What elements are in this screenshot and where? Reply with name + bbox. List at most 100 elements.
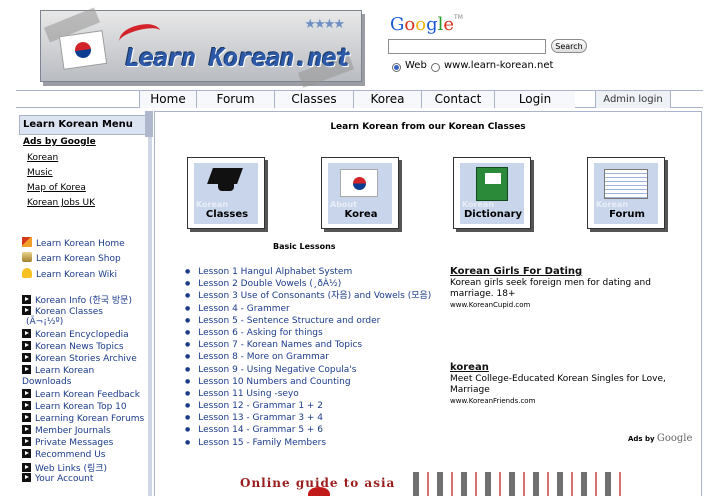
- ad-url[interactable]: www.KoreanFriends.com: [450, 397, 695, 405]
- lesson-link[interactable]: Lesson 11 Using -seyo: [185, 388, 431, 400]
- shop-icon: [22, 252, 32, 262]
- ad-link-music[interactable]: Music: [27, 168, 53, 178]
- main-content: Learn Korean from our Korean Classes Kor…: [154, 111, 702, 496]
- nav-forum[interactable]: Forum: [196, 91, 274, 108]
- category-korea-card[interactable]: About Korea: [321, 157, 399, 229]
- arrow-icon: [22, 437, 31, 446]
- lesson-link[interactable]: Lesson 1 Hangul Alphabet System: [185, 266, 431, 278]
- nav-korea[interactable]: Korea: [353, 91, 421, 108]
- google-logo: GoogleTM: [390, 14, 463, 35]
- lesson-link[interactable]: Lesson 15 - Family Members: [185, 437, 431, 449]
- sidebar-link[interactable]: Korean Classes: [22, 306, 103, 317]
- ad-headline-link[interactable]: Korean Girls For Dating: [450, 266, 695, 277]
- sidebar-link[interactable]: Private Messages: [22, 437, 113, 448]
- site-logo[interactable]: ★★★★ Learn Korean.net: [40, 7, 362, 88]
- lesson-link[interactable]: Lesson 4 - Grammer: [185, 303, 431, 315]
- arrow-icon: [22, 401, 31, 410]
- sidebar-scrollbar[interactable]: [145, 111, 153, 137]
- asia-guide-banner[interactable]: Online guide to asia: [225, 470, 625, 496]
- sidebar-link[interactable]: Learn Korean Top 10: [22, 401, 127, 412]
- ad-body: Korean girls seek foreign men for dating…: [450, 278, 651, 299]
- sidebar-link[interactable]: Korean Info (한국 방문): [22, 293, 132, 306]
- ad-headline-link[interactable]: korean: [450, 362, 695, 373]
- lesson-link[interactable]: Lesson 9 - Using Negative Copula's: [185, 364, 431, 376]
- sidebar-link[interactable]: Learn Korean Feedback: [22, 389, 140, 400]
- lesson-link[interactable]: Lesson 13 - Grammar 3 + 4: [185, 412, 431, 424]
- arrow-icon: [22, 353, 31, 362]
- logo-text: Learn Korean.net: [125, 43, 351, 72]
- forum-screenshot-icon: [604, 169, 648, 199]
- main-navigation: Home Forum Classes Korea Contact Login A…: [16, 90, 703, 108]
- google-search-input[interactable]: [388, 39, 546, 54]
- arrow-icon: [22, 389, 31, 398]
- arrow-icon: [22, 365, 31, 374]
- sidebar-link-continued[interactable]: (Ã¬¡½º): [26, 317, 63, 327]
- arrow-icon: [22, 463, 31, 472]
- sidebar-link[interactable]: Korean News Topics: [22, 341, 124, 352]
- sidebar-link[interactable]: Recommend Us: [22, 449, 105, 460]
- banner-decoration: [413, 472, 625, 496]
- arrow-icon: [22, 295, 31, 304]
- lesson-link[interactable]: Lesson 7 - Korean Names and Topics: [185, 339, 431, 351]
- arrow-icon: [22, 425, 31, 434]
- text-ad: korean Meet College-Educated Korean Sing…: [450, 362, 695, 405]
- sidebar-link[interactable]: Korean Encyclopedia: [22, 329, 129, 340]
- header: ★★★★ Learn Korean.net GoogleTM Search We…: [0, 0, 720, 90]
- dictionary-book-icon: [476, 167, 508, 201]
- nav-home[interactable]: Home: [139, 91, 196, 108]
- arrow-icon: [22, 341, 31, 350]
- arrow-icon: [22, 449, 31, 458]
- arrow-icon: [22, 413, 31, 422]
- ads-by-google-label[interactable]: Ads by Google: [628, 433, 692, 444]
- ad-url[interactable]: www.KoreanCupid.com: [450, 301, 695, 309]
- lesson-link[interactable]: Lesson 5 - Sentence Structure and order: [185, 315, 431, 327]
- ad-link-korean-jobs-uk[interactable]: Korean Jobs UK: [27, 198, 95, 208]
- sidebar-title: Learn Korean Menu: [19, 115, 146, 135]
- ad-body: Meet College-Educated Korean Singles for…: [450, 374, 666, 395]
- sidebar-link-shop[interactable]: Learn Korean Shop: [22, 252, 121, 264]
- ad-link-korean[interactable]: Korean: [27, 153, 58, 163]
- lesson-link[interactable]: Lesson 3 Use of Consonants (자음) and Vowe…: [185, 290, 431, 302]
- sidebar-link[interactable]: Learning Korean Forums: [22, 413, 144, 424]
- sidebar-link-continued[interactable]: Downloads: [22, 377, 71, 387]
- sidebar-link[interactable]: Member Journals: [22, 425, 111, 436]
- category-classes-card[interactable]: Korean Classes: [187, 157, 265, 229]
- main-title: Learn Korean from our Korean Classes: [330, 122, 526, 132]
- ads-by-google-title[interactable]: Ads by Google: [23, 137, 96, 147]
- sidebar-link[interactable]: Your Account: [22, 473, 93, 484]
- arrow-icon: [22, 473, 31, 482]
- lesson-link[interactable]: Lesson 8 - More on Grammar: [185, 351, 431, 363]
- basic-lessons-heading: Basic Lessons: [273, 242, 336, 251]
- wiki-icon: [22, 268, 32, 278]
- sidebar-link[interactable]: Learn Korean: [22, 365, 94, 376]
- home-icon: [22, 237, 32, 247]
- text-ad: Korean Girls For Dating Korean girls see…: [450, 266, 695, 309]
- sidebar-link-wiki[interactable]: Learn Korean Wiki: [22, 268, 117, 280]
- lesson-link[interactable]: Lesson 12 - Grammar 1 + 2: [185, 400, 431, 412]
- web-radio-label: Web: [405, 60, 427, 71]
- ad-link-map-of-korea[interactable]: Map of Korea: [27, 183, 86, 193]
- nav-classes[interactable]: Classes: [274, 91, 353, 108]
- arrow-icon: [22, 306, 31, 315]
- sidebar-link[interactable]: Korean Stories Archive: [22, 353, 137, 364]
- lessons-list: Lesson 1 Hangul Alphabet System Lesson 2…: [185, 266, 431, 449]
- heart-icon: [308, 487, 330, 496]
- lesson-link[interactable]: Lesson 6 - Asking for things: [185, 327, 431, 339]
- lesson-link[interactable]: Lesson 14 - Grammar 5 + 6: [185, 424, 431, 436]
- lesson-link[interactable]: Lesson 10 Numbers and Counting: [185, 376, 431, 388]
- category-dictionary-card[interactable]: Korean Dictionary: [453, 157, 531, 229]
- web-radio[interactable]: [392, 63, 401, 72]
- site-radio-label: www.learn-korean.net: [444, 60, 554, 71]
- korean-flag-icon: [340, 169, 378, 197]
- nav-admin-login[interactable]: Admin login: [595, 91, 671, 108]
- nav-login[interactable]: Login: [494, 91, 575, 108]
- sidebar-link-home[interactable]: Learn Korean Home: [22, 237, 125, 249]
- left-sidebar: Learn Korean Menu Ads by Google Korean M…: [16, 111, 153, 496]
- site-radio[interactable]: [431, 63, 440, 72]
- nav-contact[interactable]: Contact: [421, 91, 494, 108]
- korean-flag-icon: [58, 30, 108, 70]
- category-forum-card[interactable]: Korean Forum: [587, 157, 665, 229]
- lesson-link[interactable]: Lesson 2 Double Vowels (¸ðÀ½): [185, 278, 431, 290]
- stars-decoration: ★★★★: [304, 17, 345, 32]
- search-button[interactable]: Search: [551, 39, 587, 53]
